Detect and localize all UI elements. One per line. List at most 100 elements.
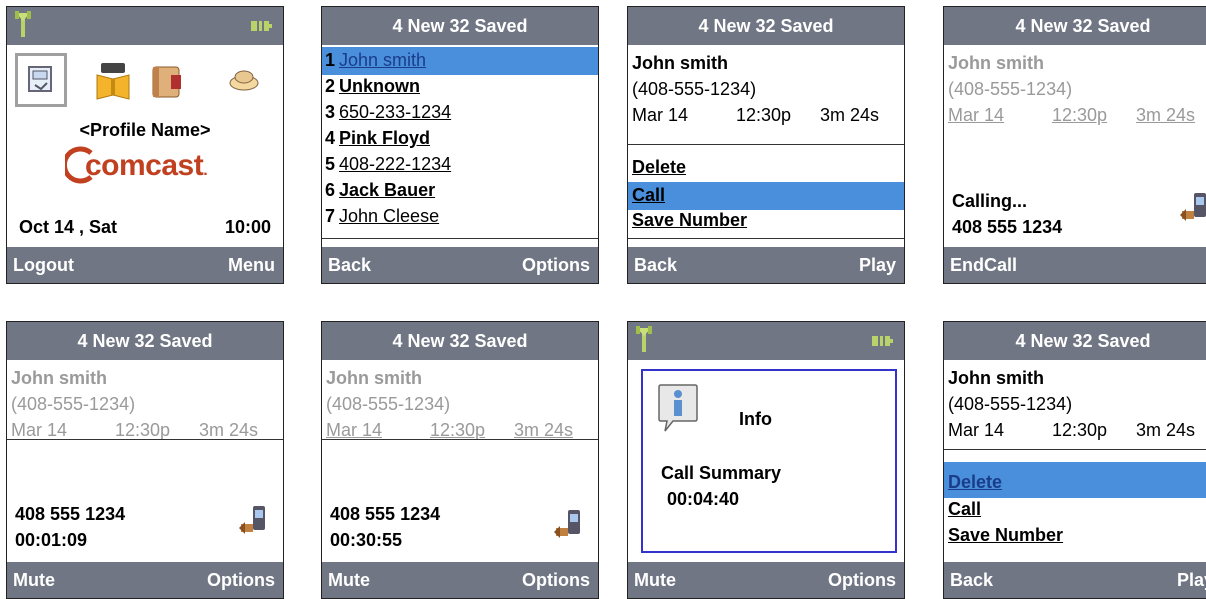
- list-item[interactable]: 1 John smith: [325, 47, 426, 73]
- list-item-number: 5: [325, 154, 336, 174]
- active-call-number: 408 555 1234: [15, 504, 126, 524]
- call-summary-screen: Info Call Summary 00:04:40 Mute Options: [627, 321, 905, 599]
- comcast-wordmark: comcast.: [85, 149, 208, 182]
- mute-softkey[interactable]: Mute: [328, 562, 370, 598]
- call-option[interactable]: Call: [632, 185, 665, 206]
- phonebook-icon[interactable]: [93, 61, 133, 101]
- call-duration: 3m 24s: [1136, 420, 1196, 440]
- options-softkey[interactable]: Options: [207, 562, 275, 598]
- list-item[interactable]: 4 Pink Floyd: [325, 125, 430, 151]
- contact-number: (408-555-1234): [948, 79, 1073, 99]
- softkey-bar: Back Play: [628, 247, 904, 283]
- call-duration: 3m 24s: [199, 420, 259, 440]
- list-item[interactable]: 3 650-233-1234: [325, 99, 451, 125]
- status-bar: [628, 322, 904, 360]
- handset-icon: [1180, 193, 1206, 221]
- call-summary-time: 00:04:40: [667, 489, 740, 509]
- list-item[interactable]: 7 John Cleese: [325, 203, 439, 229]
- call-date: Mar 14: [948, 420, 1005, 440]
- cloud-icon[interactable]: [227, 67, 261, 93]
- battery-icon: [872, 336, 893, 346]
- call-date: Mar 14: [948, 105, 1005, 125]
- call-time: 12:30p: [115, 420, 171, 440]
- call-timer: 00:01:09: [15, 530, 88, 550]
- softkey-bar: Back Options: [322, 247, 598, 283]
- contact-name: John smith: [948, 53, 1045, 73]
- menu-softkey[interactable]: Menu: [228, 247, 275, 283]
- in-call-screen: 4 New 32 Saved John smith (408-555-1234)…: [6, 321, 284, 599]
- dialed-number: 408 555 1234: [952, 217, 1063, 237]
- call-time: 12:30p: [1052, 420, 1108, 440]
- signal-antenna-icon: [636, 326, 652, 352]
- info-icon: [658, 384, 698, 432]
- list-item-label: 650-233-1234: [339, 102, 452, 122]
- back-softkey[interactable]: Back: [328, 247, 371, 283]
- save-number-option[interactable]: Save Number: [948, 525, 1063, 546]
- options-softkey[interactable]: Options: [828, 562, 896, 598]
- idle-date: Oct 14 , Sat: [19, 217, 118, 237]
- in-call-screen: 4 New 32 Saved John smith (408-555-1234)…: [321, 321, 599, 599]
- list-item-number: 4: [325, 128, 336, 148]
- softkey-bar: Logout Menu: [7, 247, 283, 283]
- contact-number: (408-555-1234): [11, 394, 136, 414]
- list-item-number: 6: [325, 180, 336, 200]
- notebook-icon[interactable]: [149, 65, 183, 99]
- call-option[interactable]: Call: [948, 499, 981, 520]
- call-date: Mar 14: [11, 420, 68, 440]
- call-time: 12:30p: [736, 105, 792, 125]
- back-softkey[interactable]: Back: [950, 562, 993, 598]
- list-item[interactable]: 2 Unknown: [325, 73, 420, 99]
- call-detail-screen: 4 New 32 Saved John smith (408-555-1234)…: [943, 321, 1206, 599]
- calling-status: Calling...: [952, 191, 1028, 211]
- delete-option[interactable]: Delete: [948, 472, 1002, 493]
- active-call-number: 408 555 1234: [330, 504, 441, 524]
- softkey-bar: Mute Options: [628, 562, 904, 598]
- options-softkey[interactable]: Options: [522, 562, 590, 598]
- message-count-header: 4 New 32 Saved: [7, 322, 283, 360]
- contact-number: (408-555-1234): [632, 79, 757, 99]
- list-item-label: John Cleese: [339, 206, 440, 226]
- list-item-label: Jack Bauer: [339, 180, 436, 200]
- voicemail-icon-tile[interactable]: [15, 53, 67, 107]
- mute-softkey[interactable]: Mute: [634, 562, 676, 598]
- contact-number: (408-555-1234): [948, 394, 1073, 414]
- delete-option[interactable]: Delete: [632, 157, 686, 178]
- calling-screen: 4 New 32 Saved John smith (408-555-1234)…: [943, 6, 1206, 284]
- back-softkey[interactable]: Back: [634, 247, 677, 283]
- play-softkey[interactable]: Play: [859, 247, 896, 283]
- divider: [628, 144, 904, 145]
- battery-icon: [251, 21, 272, 31]
- voicemail-icon: [28, 66, 52, 92]
- contact-name: John smith: [948, 368, 1045, 388]
- divider: [322, 238, 598, 239]
- list-item-label: Pink Floyd: [339, 128, 431, 148]
- end-call-softkey[interactable]: EndCall: [950, 247, 1017, 283]
- list-item[interactable]: 5 408-222-1234: [325, 151, 451, 177]
- contact-name: John smith: [326, 368, 423, 388]
- mute-softkey[interactable]: Mute: [13, 562, 55, 598]
- list-item-label: Unknown: [339, 76, 421, 96]
- call-option-highlight: [628, 182, 904, 210]
- save-number-option[interactable]: Save Number: [632, 210, 747, 231]
- call-list-screen: 4 New 32 Saved 1 John smith 2 Unknown 3 650-2…: [321, 6, 599, 284]
- status-bar: [7, 7, 283, 45]
- divider: [944, 449, 1206, 450]
- logout-softkey[interactable]: Logout: [13, 247, 74, 283]
- softkey-bar: Back Play: [944, 562, 1206, 598]
- play-softkey[interactable]: Play: [1177, 562, 1206, 598]
- options-softkey[interactable]: Options: [522, 247, 590, 283]
- call-duration: 3m 24s: [1136, 105, 1196, 125]
- list-item-number: 1: [325, 50, 336, 70]
- message-count-header: 4 New 32 Saved: [322, 7, 598, 45]
- message-count-header: 4 New 32 Saved: [628, 7, 904, 45]
- call-duration: 3m 24s: [820, 105, 880, 125]
- softkey-bar: Mute Options: [7, 562, 283, 598]
- list-item-number: 3: [325, 102, 336, 122]
- list-item-label: 408-222-1234: [339, 154, 452, 174]
- call-date: Mar 14: [326, 420, 383, 440]
- divider: [322, 439, 598, 440]
- message-count-header: 4 New 32 Saved: [944, 7, 1206, 45]
- profile-name: <Profile Name>: [79, 120, 211, 140]
- divider: [7, 439, 283, 440]
- list-item[interactable]: 6 Jack Bauer: [325, 177, 435, 203]
